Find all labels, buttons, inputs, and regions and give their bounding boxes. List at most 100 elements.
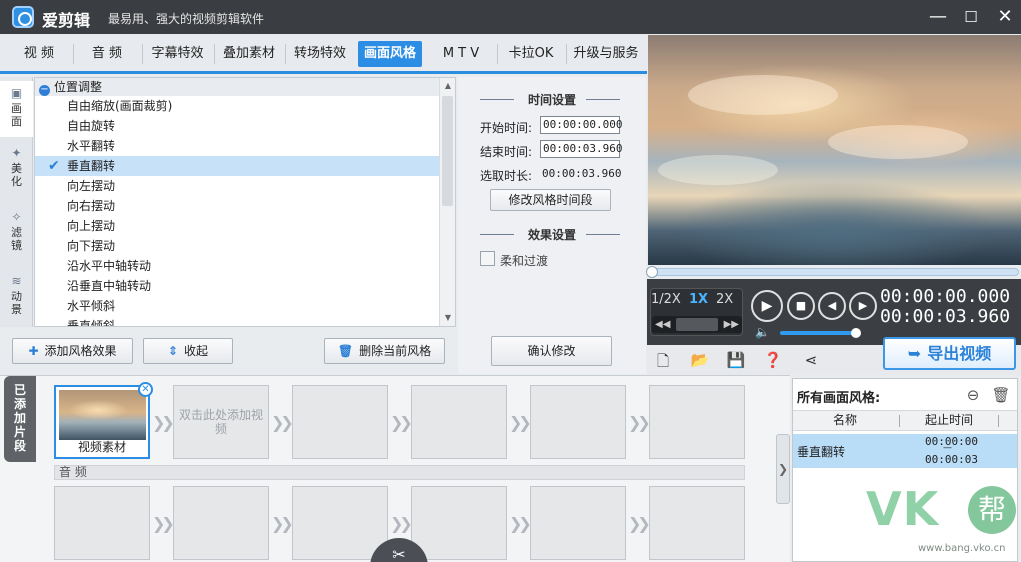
effect-item[interactable]: 沿水平中轴转动 xyxy=(35,256,440,276)
add-style-button[interactable]: ✚ 添加风格效果 xyxy=(12,338,133,364)
empty-audio-slot[interactable] xyxy=(411,486,507,560)
effect-item[interactable]: 水平翻转 xyxy=(35,136,440,156)
tab-karaoke[interactable]: 卡拉OK xyxy=(500,41,562,67)
back-icon[interactable]: ⊖ xyxy=(963,385,983,405)
magic-add-icon: ✚ xyxy=(28,344,39,358)
effect-item-selected[interactable]: ✔ 垂直翻转 xyxy=(35,156,440,176)
previous-frame-button[interactable]: ◀ xyxy=(818,292,846,320)
empty-audio-slot[interactable] xyxy=(292,486,388,560)
collapse-button[interactable]: ⇕ 收起 xyxy=(143,338,233,364)
minimize-button[interactable]: — xyxy=(926,5,950,29)
check-icon: ✔ xyxy=(48,158,60,174)
effect-item[interactable]: 自由缩放(画面裁剪) xyxy=(35,96,440,116)
tab-audio[interactable]: 音 频 xyxy=(76,41,138,67)
title-bar: 爱剪辑 最易用、强大的视频剪辑软件 — ☐ ✕ xyxy=(0,0,1021,34)
tab-overlay[interactable]: 叠加素材 xyxy=(217,41,281,67)
volume-slider[interactable] xyxy=(780,331,856,335)
styles-table-row[interactable]: 垂直翻转 00:00:00 — 00:00:03 xyxy=(793,434,1017,468)
modify-time-button[interactable]: 修改风格时间段 xyxy=(490,189,611,211)
end-time-input[interactable]: 00:00:03.960 xyxy=(540,140,622,158)
collapse-arrows-icon: ⇕ xyxy=(167,344,179,358)
volume-icon[interactable]: 🔈 xyxy=(755,325,770,339)
tab-transitions[interactable]: 转场特效 xyxy=(288,41,352,67)
empty-audio-slot[interactable] xyxy=(173,486,269,560)
video-clip-slot[interactable]: 视频素材 xyxy=(54,385,150,459)
video-preview[interactable] xyxy=(648,35,1021,265)
tab-upgrade-service[interactable]: 升级与服务 xyxy=(569,41,643,67)
effect-item[interactable]: 垂直倾斜 xyxy=(35,316,440,326)
empty-audio-slot[interactable] xyxy=(649,486,745,560)
speed-2x-button[interactable]: 2X xyxy=(716,292,733,307)
effect-item[interactable]: 向下摆动 xyxy=(35,236,440,256)
effect-item[interactable]: 向上摆动 xyxy=(35,216,440,236)
effect-item[interactable]: 自由旋转 xyxy=(35,116,440,136)
cloud-shape xyxy=(828,125,968,159)
clip-thumbnail xyxy=(59,390,146,440)
effect-item[interactable]: 向左摆动 xyxy=(35,176,440,196)
clip-label: 视频素材 xyxy=(77,440,126,454)
effect-group-header[interactable]: − 位置调整 xyxy=(35,78,455,96)
playback-progress-track[interactable] xyxy=(650,268,1019,276)
volume-knob[interactable] xyxy=(851,328,861,338)
tab-mtv[interactable]: M T V xyxy=(430,41,492,67)
rewind-icon[interactable]: ◀◀ xyxy=(655,316,670,333)
share-icon[interactable]: ⋖ xyxy=(801,351,821,369)
empty-video-slot[interactable] xyxy=(411,385,507,459)
tab-picture-style[interactable]: 画面风格 xyxy=(358,41,422,67)
help-icon[interactable]: ❓ xyxy=(763,351,783,369)
speed-half-button[interactable]: 1/2X xyxy=(651,292,681,307)
magic-wand-icon: ✦ xyxy=(11,146,22,160)
category-motion[interactable]: ≋ 动景 xyxy=(0,269,33,327)
effect-item[interactable]: 向右摆动 xyxy=(35,196,440,216)
confirm-modify-button[interactable]: 确认修改 xyxy=(491,336,612,366)
category-beautify[interactable]: ✦ 美化 xyxy=(0,141,33,199)
soft-transition-checkbox[interactable] xyxy=(480,251,495,266)
scroll-down-icon[interactable]: ▼ xyxy=(440,310,455,326)
chevron-right-icon: ❯❯ xyxy=(390,514,413,533)
chevron-right-icon: ❯❯ xyxy=(509,514,532,533)
speed-1x-button[interactable]: 1X xyxy=(689,292,708,307)
expand-panel-icon[interactable]: ❯ xyxy=(776,434,790,504)
duration-label: 选取时长: xyxy=(480,169,533,183)
jog-wheel[interactable] xyxy=(676,318,718,331)
start-time-input[interactable]: 00:00:00.000 xyxy=(540,116,622,134)
maximize-button[interactable]: ☐ xyxy=(959,5,983,29)
audio-track-label: 音 频 xyxy=(54,465,745,480)
effect-item[interactable]: 水平倾斜 xyxy=(35,296,440,316)
scroll-thumb[interactable] xyxy=(442,96,453,206)
category-sidebar: ▣ 画面 ✦ 美化 ✧ 滤镜 ≋ 动景 xyxy=(0,77,33,327)
close-button[interactable]: ✕ xyxy=(993,5,1017,29)
fast-forward-icon[interactable]: ▶▶ xyxy=(724,316,739,333)
save-icon[interactable]: 💾 xyxy=(726,351,746,369)
effect-list-scrollbar[interactable]: ▲ ▼ xyxy=(439,78,455,326)
duration-value: 00:00:03.960 xyxy=(542,167,622,180)
delete-style-button[interactable]: 🗑 删除当前风格 xyxy=(324,338,445,364)
playback-progress-knob[interactable] xyxy=(646,266,658,278)
start-time-label: 开始时间: xyxy=(480,121,533,135)
effect-item[interactable]: 沿垂直中轴转动 xyxy=(35,276,440,296)
play-button[interactable]: ▶ xyxy=(751,290,783,322)
export-video-button[interactable]: ➥ 导出视频 xyxy=(883,337,1016,370)
tab-subtitle-effects[interactable]: 字幕特效 xyxy=(145,41,210,67)
trash-icon[interactable]: 🗑 xyxy=(991,385,1011,405)
collapse-minus-icon[interactable]: − xyxy=(39,85,50,96)
tab-video[interactable]: 视 频 xyxy=(8,41,70,67)
remove-clip-icon[interactable]: ✕ xyxy=(138,382,153,397)
new-project-icon[interactable]: 🗋 xyxy=(653,351,673,370)
chevron-right-icon: ❯❯ xyxy=(509,413,532,432)
empty-audio-slot[interactable] xyxy=(54,486,150,560)
category-filter[interactable]: ✧ 滤镜 xyxy=(0,205,33,263)
jog-shuttle[interactable]: ◀◀ ▶▶ xyxy=(652,316,742,333)
next-frame-button[interactable]: ▶ xyxy=(849,292,877,320)
open-folder-icon[interactable]: 📂 xyxy=(690,351,710,369)
section-divider xyxy=(586,234,620,235)
scroll-up-icon[interactable]: ▲ xyxy=(440,78,455,94)
empty-video-slot[interactable] xyxy=(292,385,388,459)
stop-button[interactable]: ■ xyxy=(787,292,815,320)
empty-video-slot[interactable]: 双击此处添加视频 xyxy=(173,385,269,459)
empty-audio-slot[interactable] xyxy=(530,486,626,560)
empty-video-slot[interactable] xyxy=(649,385,745,459)
added-clips-tab[interactable]: 已添加片段 xyxy=(4,376,36,462)
empty-video-slot[interactable] xyxy=(530,385,626,459)
category-picture[interactable]: ▣ 画面 xyxy=(0,81,33,137)
